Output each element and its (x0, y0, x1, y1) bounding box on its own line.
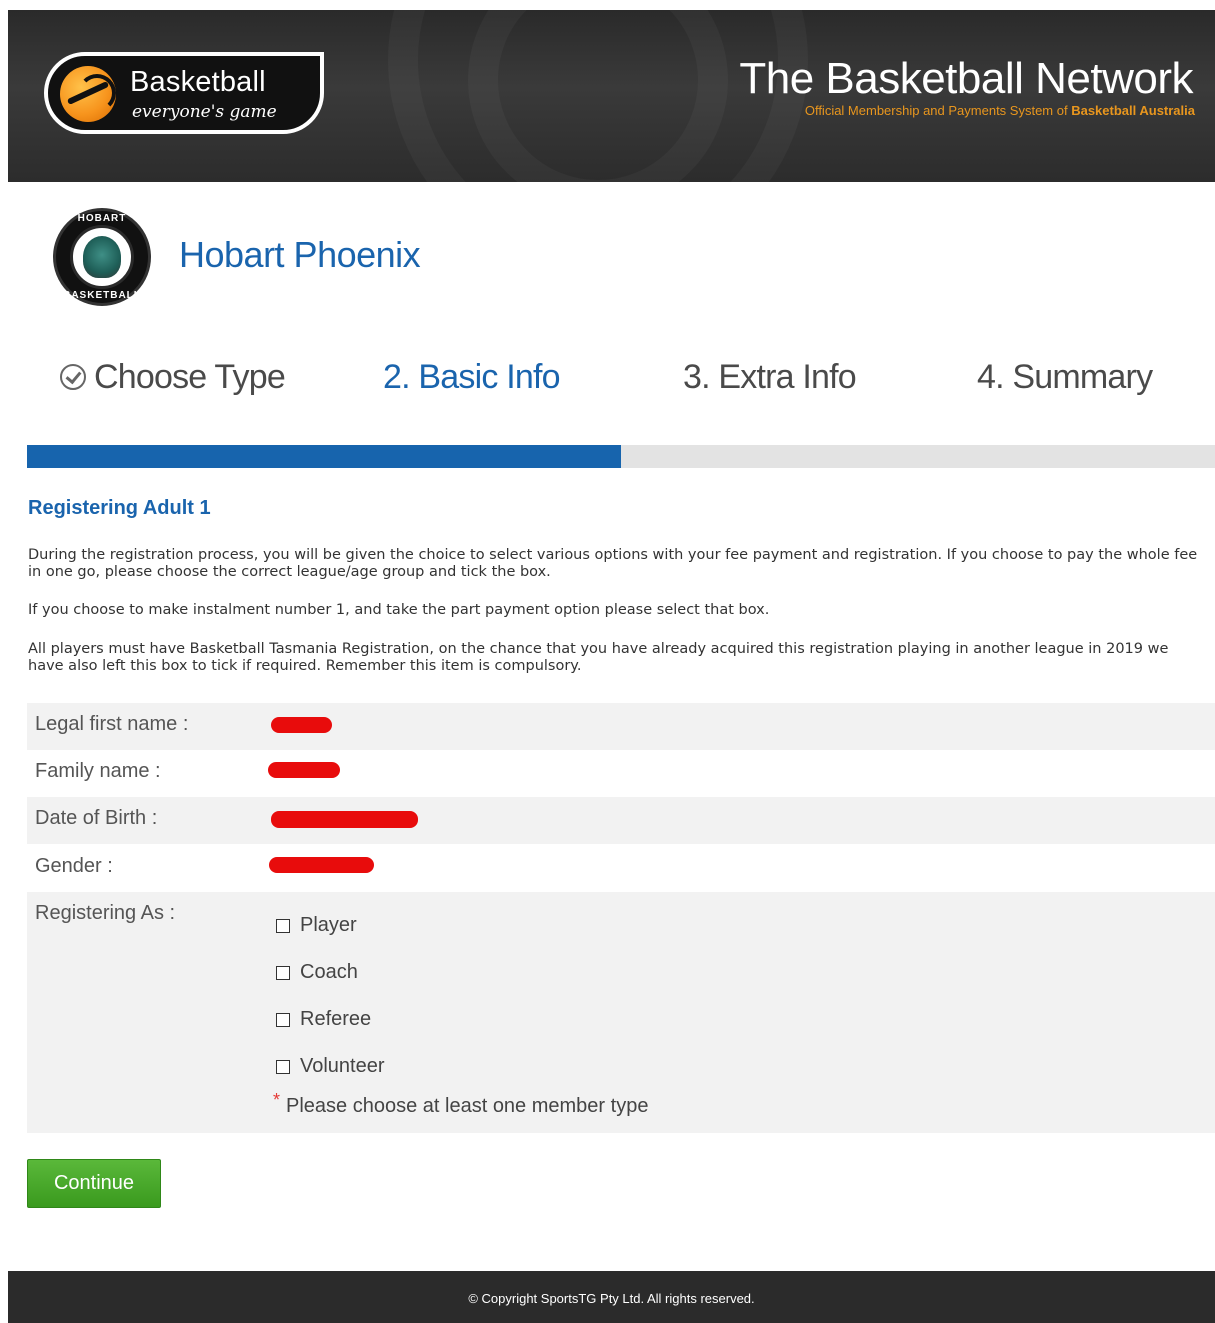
registering-as-label: Registering As : (35, 902, 176, 924)
registering-as-section: Registering As : Player Coach Referee Vo… (27, 892, 1215, 1133)
checkbox[interactable] (276, 1059, 290, 1074)
option-referee[interactable]: Referee (276, 1008, 371, 1031)
step-choose-type[interactable]: Choose Type (60, 358, 286, 397)
field-row-family-name: Family name : (27, 750, 1215, 797)
logo-tagline: everyone's game (132, 102, 277, 122)
header-decoration (468, 10, 728, 182)
footer: © Copyright SportsTG Pty Ltd. All rights… (8, 1271, 1215, 1323)
intro-paragraph: If you choose to make instalment number … (28, 602, 770, 618)
checkbox[interactable] (276, 918, 290, 933)
step-label: 2. Basic Info (383, 358, 561, 396)
step-label: 4. Summary (977, 358, 1153, 396)
option-volunteer[interactable]: Volunteer (276, 1055, 385, 1078)
redacted-value (271, 811, 418, 828)
intro-paragraph: During the registration process, you wil… (28, 547, 1198, 580)
option-coach[interactable]: Coach (276, 961, 358, 984)
redacted-value (268, 762, 340, 778)
option-label: Coach (300, 961, 358, 983)
option-label: Volunteer (300, 1055, 385, 1077)
step-label: Choose Type (94, 358, 286, 396)
phoenix-icon (70, 225, 134, 289)
redacted-value (271, 717, 332, 733)
checkbox[interactable] (276, 1012, 290, 1027)
club-logo-top-text: HOBART (77, 213, 127, 224)
checkbox[interactable] (276, 965, 290, 980)
club-logo-bottom-text: BASKETBALL (63, 290, 141, 301)
field-label: Gender : (35, 855, 113, 877)
option-label: Player (300, 914, 357, 936)
field-row-first-name: Legal first name : (27, 703, 1215, 750)
step-summary: 4. Summary (977, 358, 1153, 397)
required-asterisk-icon: * (273, 1090, 281, 1110)
intro-paragraph: All players must have Basketball Tasmani… (28, 641, 1169, 674)
field-row-gender: Gender : (27, 845, 1215, 892)
registering-heading: Registering Adult 1 (28, 497, 211, 519)
progress-fill (27, 445, 621, 468)
site-header: Basketball everyone's game The Basketbal… (8, 10, 1215, 182)
club-logo: HOBART BASKETBALL (53, 208, 151, 306)
club-name: Hobart Phoenix (179, 234, 421, 275)
check-circle-icon (60, 364, 86, 390)
field-row-date-of-birth: Date of Birth : (27, 797, 1215, 844)
field-label: Family name : (35, 760, 161, 782)
network-subtitle: Official Membership and Payments System … (805, 103, 1195, 118)
option-label: Referee (300, 1008, 372, 1030)
basketball-icon (60, 66, 116, 122)
progress-bar (27, 445, 1215, 468)
required-hint: * Please choose at least one member type (273, 1090, 649, 1118)
basketball-australia-logo[interactable]: Basketball everyone's game (44, 52, 324, 134)
copyright-text: © Copyright SportsTG Pty Ltd. All rights… (468, 1291, 755, 1306)
step-label: 3. Extra Info (683, 358, 857, 396)
step-basic-info: 2. Basic Info (383, 358, 561, 397)
redacted-value (269, 857, 374, 873)
logo-title: Basketball (130, 66, 266, 98)
continue-button[interactable]: Continue (27, 1159, 161, 1208)
field-label: Date of Birth : (35, 807, 158, 829)
network-subtitle-org: Basketball Australia (1071, 103, 1195, 118)
option-player[interactable]: Player (276, 914, 357, 937)
step-extra-info: 3. Extra Info (683, 358, 857, 397)
field-label: Legal first name : (35, 713, 189, 735)
network-subtitle-prefix: Official Membership and Payments System … (804, 103, 1072, 118)
network-title: The Basketball Network (739, 54, 1193, 103)
required-hint-text: Please choose at least one member type (286, 1095, 649, 1117)
